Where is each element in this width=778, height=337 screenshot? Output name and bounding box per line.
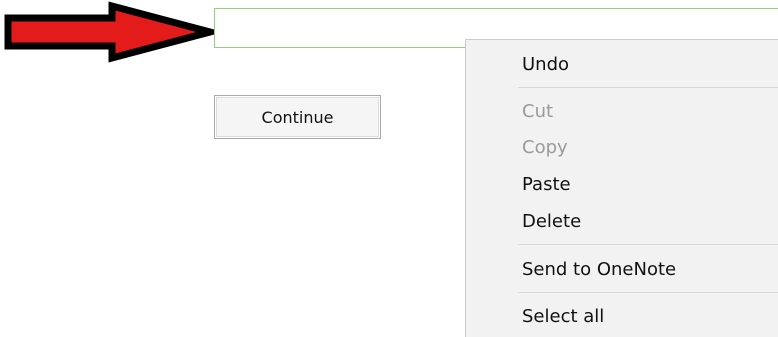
context-menu: Undo Cut Copy Paste Delete Send to OneNo… bbox=[465, 39, 778, 337]
menu-separator bbox=[518, 244, 778, 245]
menu-separator bbox=[518, 292, 778, 293]
menu-item-paste[interactable]: Paste bbox=[522, 176, 571, 194]
menu-item-select-all[interactable]: Select all bbox=[522, 308, 604, 326]
screen: Continue Undo Cut Copy Paste Delete Send… bbox=[0, 0, 778, 337]
menu-separator bbox=[518, 87, 778, 88]
menu-item-undo[interactable]: Undo bbox=[522, 56, 569, 74]
menu-item-copy: Copy bbox=[522, 137, 568, 158]
menu-item-send-to-onenote[interactable]: Send to OneNote bbox=[522, 261, 676, 279]
red-arrow-icon bbox=[4, 1, 220, 63]
continue-button[interactable]: Continue bbox=[214, 95, 381, 139]
menu-item-delete[interactable]: Delete bbox=[522, 213, 581, 231]
menu-item-cut: Cut bbox=[522, 101, 554, 122]
